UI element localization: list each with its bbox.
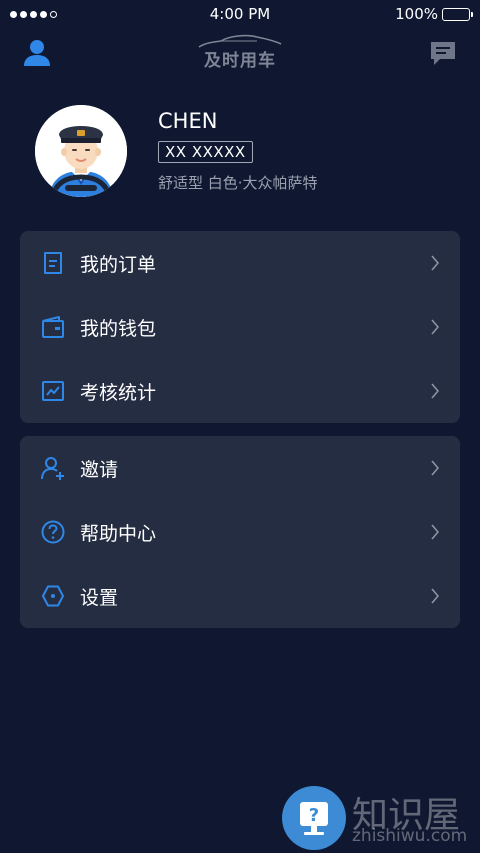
menu-item-wallet[interactable]: 我的钱包 bbox=[20, 295, 460, 359]
menu-item-settings[interactable]: 设置 bbox=[20, 564, 460, 628]
menu-item-stats[interactable]: 考核统计 bbox=[20, 359, 460, 423]
watermark-help-icon: ? bbox=[300, 802, 328, 835]
driver-name: CHEN bbox=[158, 109, 218, 133]
battery-indicator: 100% bbox=[395, 5, 473, 23]
menu-item-label: 邀请 bbox=[80, 458, 119, 481]
message-button[interactable] bbox=[428, 38, 458, 68]
svg-text:?: ? bbox=[309, 805, 319, 826]
signal-icon bbox=[10, 10, 57, 18]
chevron-right-icon bbox=[431, 255, 440, 271]
chevron-right-icon bbox=[431, 319, 440, 335]
status-bar: 4:00 PM 100% bbox=[0, 0, 480, 28]
stats-icon bbox=[42, 381, 64, 401]
chevron-right-icon bbox=[431, 383, 440, 399]
help-icon bbox=[41, 520, 65, 544]
menu-item-invite[interactable]: 邀请 bbox=[20, 436, 460, 500]
user-icon bbox=[24, 40, 50, 66]
menu-item-label: 我的钱包 bbox=[80, 317, 157, 340]
app-logo: 及时用车 bbox=[190, 34, 290, 78]
driver-avatar bbox=[35, 105, 127, 197]
chevron-right-icon bbox=[431, 460, 440, 476]
settings-icon bbox=[42, 585, 64, 607]
car-info: 舒适型 白色·大众帕萨特 bbox=[158, 174, 318, 192]
menu-item-label: 我的订单 bbox=[80, 253, 157, 276]
app-header: 及时用车 bbox=[0, 32, 480, 82]
license-plate: XX XXXXX bbox=[158, 141, 253, 163]
message-icon bbox=[431, 42, 455, 65]
logo-text: 及时用车 bbox=[204, 51, 276, 71]
menu-card-secondary: 邀请 帮助中心 设置 bbox=[20, 436, 460, 628]
watermark-url: zhishiwu.com bbox=[352, 826, 468, 846]
menu-item-orders[interactable]: 我的订单 bbox=[20, 231, 460, 295]
invite-icon bbox=[41, 457, 64, 480]
menu-item-label: 考核统计 bbox=[80, 381, 157, 404]
order-icon bbox=[44, 252, 62, 274]
menu-item-label: 设置 bbox=[80, 586, 119, 609]
battery-percent: 100% bbox=[395, 5, 438, 23]
user-profile-button[interactable] bbox=[22, 38, 52, 68]
menu-item-help[interactable]: 帮助中心 bbox=[20, 500, 460, 564]
menu-card-primary: 我的订单 我的钱包 考核统计 bbox=[20, 231, 460, 423]
chevron-right-icon bbox=[431, 588, 440, 604]
driver-avatar-icon bbox=[35, 105, 127, 197]
battery-icon bbox=[442, 7, 473, 21]
menu-item-label: 帮助中心 bbox=[80, 522, 157, 545]
chevron-right-icon bbox=[431, 524, 440, 540]
wallet-icon bbox=[42, 316, 64, 338]
watermark-logo: ? bbox=[282, 786, 346, 850]
